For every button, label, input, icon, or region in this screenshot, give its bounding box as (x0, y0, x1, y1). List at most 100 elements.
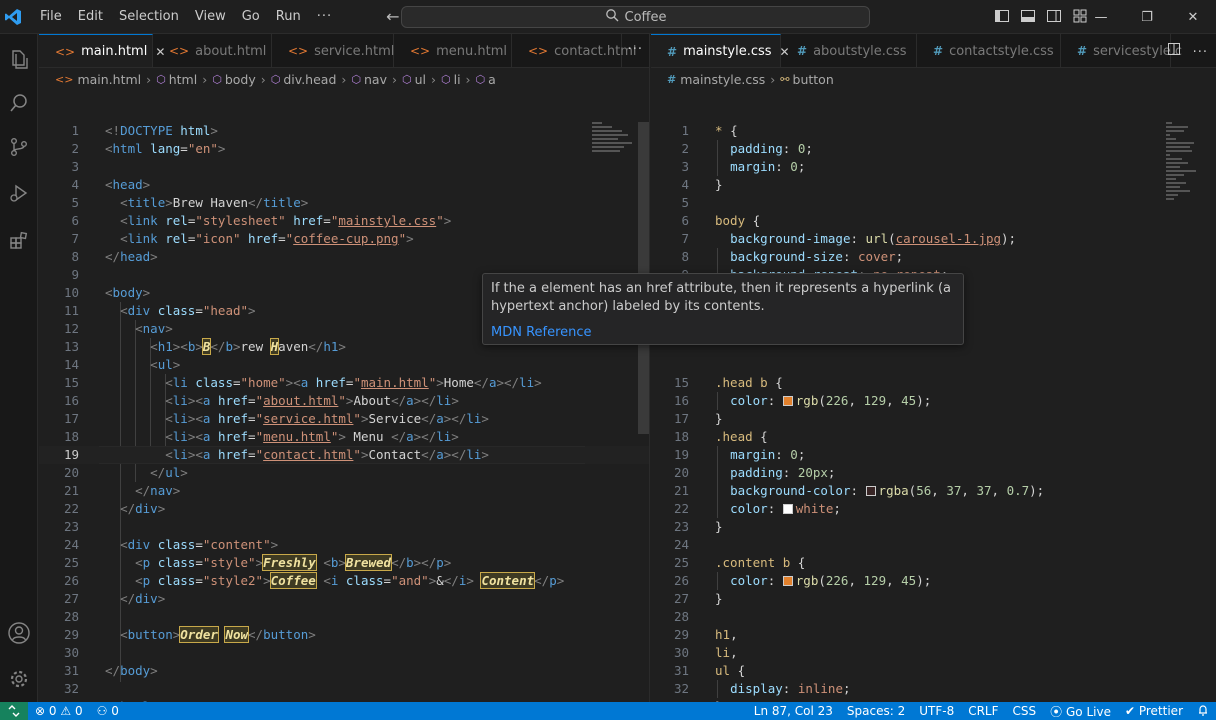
breadcrumb-item[interactable]: main.html (77, 72, 141, 87)
code-line[interactable]: 26 <p class="style2">Coffee <i class="an… (39, 572, 649, 590)
code-line[interactable]: 21 background-color: rgba(56, 37, 37, 0.… (651, 482, 1216, 500)
split-editor-icon[interactable]: ··· (1167, 42, 1208, 60)
search-view-icon[interactable] (4, 88, 34, 118)
code-line[interactable]: 1 <!DOCTYPE html> (39, 122, 649, 140)
code-line[interactable]: 16 color: rgb(226, 129, 45); (651, 392, 1216, 410)
code-line[interactable]: 5 (651, 194, 1216, 212)
breadcrumb-item[interactable]: body (225, 72, 256, 87)
toggle-primary-sidebar-icon[interactable] (994, 8, 1010, 24)
source-control-icon[interactable] (4, 132, 34, 162)
color-swatch[interactable] (782, 396, 793, 406)
breadcrumb-item[interactable]: nav (364, 72, 387, 87)
code-line[interactable]: 25 <p class="style">Freshly <b>Brewed</b… (39, 554, 649, 572)
tab-service-html[interactable]: <> service.html (272, 34, 394, 67)
code-line[interactable]: 7 background-image: url(carousel-1.jpg); (651, 230, 1216, 248)
code-line[interactable]: 8 background-size: cover; (651, 248, 1216, 266)
code-line[interactable]: 17} (651, 410, 1216, 428)
breadcrumb-item[interactable]: li (454, 72, 461, 87)
code-line[interactable]: 29 h1, (651, 626, 1216, 644)
code-line[interactable]: 27 </div> (39, 590, 649, 608)
code-line[interactable]: 29 <button>Order Now</button> (39, 626, 649, 644)
code-line[interactable]: 20 </ul> (39, 464, 649, 482)
settings-gear-icon[interactable] (4, 664, 34, 694)
code-line[interactable]: 2 <html lang="en"> (39, 140, 649, 158)
code-line[interactable]: 22 </div> (39, 500, 649, 518)
command-center-search[interactable]: Coffee (401, 6, 870, 28)
code-line[interactable]: 23 (39, 518, 649, 536)
more-actions-icon[interactable]: ··· (628, 42, 643, 57)
code-line[interactable]: 22 color: white; (651, 500, 1216, 518)
code-line[interactable]: 1 * { (651, 122, 1216, 140)
code-line[interactable]: 31 </body> (39, 662, 649, 680)
code-line[interactable]: 30 li, (651, 644, 1216, 662)
color-swatch[interactable] (782, 576, 793, 586)
code-line[interactable]: 26 color: rgb(226, 129, 45); (651, 572, 1216, 590)
explorer-icon[interactable] (4, 44, 34, 74)
breadcrumb-item[interactable]: div.head (283, 72, 336, 87)
code-line[interactable]: 19 <li><a href="contact.html">Contact</a… (39, 446, 649, 464)
code-line[interactable]: 14 <ul> (39, 356, 649, 374)
code-line[interactable]: 4 <head> (39, 176, 649, 194)
remote-icon[interactable] (0, 702, 28, 720)
menu-selection[interactable]: Selection (111, 9, 187, 24)
code-line[interactable]: 28 (651, 608, 1216, 626)
code-line[interactable]: 18 .head { (651, 428, 1216, 446)
code-line[interactable]: 15 .head b { (651, 374, 1216, 392)
code-line[interactable]: 25 .content b { (651, 554, 1216, 572)
breadcrumb-item[interactable]: mainstyle.css (680, 72, 765, 87)
account-icon[interactable] (4, 618, 34, 648)
color-swatch[interactable] (782, 504, 793, 514)
bell-icon[interactable] (1190, 704, 1216, 719)
indentation[interactable]: Spaces: 2 (840, 704, 912, 718)
code-line[interactable]: 18 <li><a href="menu.html"> Menu </a></l… (39, 428, 649, 446)
menu-edit[interactable]: Edit (70, 9, 111, 24)
run-debug-icon[interactable] (4, 178, 34, 208)
code-line[interactable]: 28 (39, 608, 649, 626)
code-line[interactable]: 6 body { (651, 212, 1216, 230)
code-line[interactable]: 2 padding: 0; (651, 140, 1216, 158)
code-line[interactable]: 15 <li class="home"><a href="main.html">… (39, 374, 649, 392)
code-line[interactable]: 16 <li><a href="about.html">About</a></l… (39, 392, 649, 410)
code-line[interactable]: 3 margin: 0; (651, 158, 1216, 176)
problems-indicator[interactable]: ⊗ 0 ⚠ 0 (28, 704, 90, 718)
breadcrumb-item[interactable]: button (793, 72, 834, 87)
code-line[interactable]: 31 ul { (651, 662, 1216, 680)
code-line[interactable]: 32 (39, 680, 649, 698)
breadcrumb-item[interactable]: a (488, 72, 496, 87)
prettier-button[interactable]: ✔ Prettier (1118, 704, 1190, 718)
go-live-button[interactable]: ⦿ Go Live (1043, 703, 1118, 720)
menu-more-button[interactable]: ··· (309, 9, 340, 24)
code-line[interactable]: 8 </head> (39, 248, 649, 266)
code-line[interactable]: 30 (39, 644, 649, 662)
code-line[interactable]: 19 margin: 0; (651, 446, 1216, 464)
breadcrumb-item[interactable]: ul (415, 72, 426, 87)
color-swatch[interactable] (865, 486, 876, 496)
code-line[interactable]: 6 <link rel="stylesheet" href="mainstyle… (39, 212, 649, 230)
code-line[interactable]: 23} (651, 518, 1216, 536)
toggle-secondary-sidebar-icon[interactable] (1046, 8, 1062, 24)
menu-file[interactable]: File (32, 9, 70, 24)
mdn-reference-link[interactable]: MDN Reference (491, 324, 955, 342)
line-ending[interactable]: CRLF (961, 704, 1005, 718)
arrow-left-icon[interactable]: ← (386, 7, 399, 26)
menu-run[interactable]: Run (268, 9, 309, 24)
menu-go[interactable]: Go (234, 9, 268, 24)
code-line[interactable]: 24 <div class="content"> (39, 536, 649, 554)
code-line[interactable]: 32 display: inline; (651, 680, 1216, 698)
language-mode[interactable]: CSS (1006, 704, 1044, 718)
extensions-icon[interactable] (4, 226, 34, 256)
tab-mainstyle-css[interactable]: # mainstyle.css ✕ (651, 34, 790, 67)
menu-view[interactable]: View (187, 9, 234, 24)
minimap[interactable] (1166, 122, 1202, 262)
restore-icon[interactable]: ❐ (1124, 0, 1170, 34)
code-line[interactable]: 27} (651, 590, 1216, 608)
cursor-position[interactable]: Ln 87, Col 23 (747, 704, 840, 718)
tab-about-html[interactable]: <> about.html (153, 34, 272, 67)
code-line[interactable]: 20 padding: 20px; (651, 464, 1216, 482)
tab-servicestyle-css[interactable]: # servicestyle.c (1061, 34, 1182, 67)
tab-menu-html[interactable]: <> menu.html (394, 34, 512, 67)
code-line[interactable]: 3 (39, 158, 649, 176)
code-line[interactable]: 4} (651, 176, 1216, 194)
breadcrumb-item[interactable]: html (169, 72, 197, 87)
ports-indicator[interactable]: ⚇ 0 (90, 704, 126, 718)
